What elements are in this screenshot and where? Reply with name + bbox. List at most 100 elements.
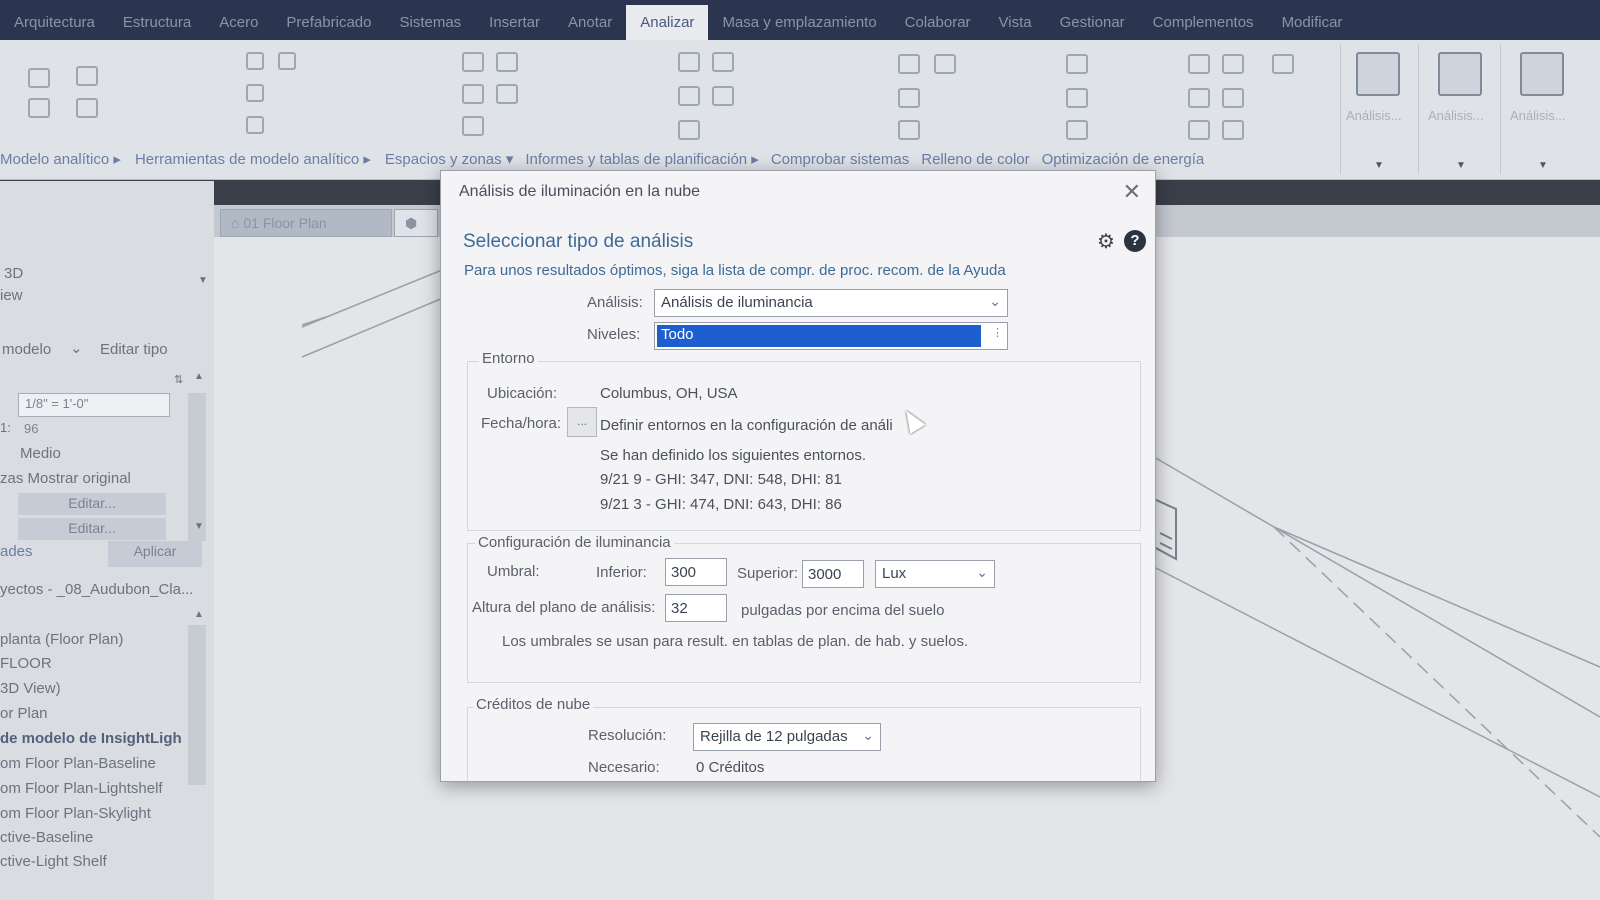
solar-analysis-icon[interactable] [1438, 52, 1482, 96]
tab-insertar[interactable]: Insertar [475, 14, 554, 40]
tab-colaborar[interactable]: Colaborar [891, 14, 985, 40]
energy-icon[interactable] [1222, 54, 1244, 74]
panel-modelo-analitico[interactable]: Modelo analítico ▸ [0, 150, 129, 168]
lower-threshold-input[interactable] [665, 558, 727, 586]
tool-icon[interactable] [246, 52, 264, 70]
lower-label: Inferior: [596, 564, 647, 581]
panel-optimizacion[interactable]: Optimización de energía [1042, 151, 1213, 168]
scale-number-field[interactable]: 96 [18, 419, 170, 441]
color-fill-icon[interactable] [1066, 54, 1088, 74]
tool-icon[interactable] [278, 52, 296, 70]
close-icon[interactable]: ✕ [1123, 179, 1141, 205]
edit-button[interactable]: Editar... [18, 518, 166, 540]
tab-prefabricado[interactable]: Prefabricado [272, 14, 385, 40]
upper-threshold-input[interactable] [802, 560, 864, 588]
tab-gestionar[interactable]: Gestionar [1046, 14, 1139, 40]
table-icon[interactable] [678, 86, 700, 106]
pipe-check-icon[interactable] [934, 54, 956, 74]
chevron-down-icon[interactable]: ⌄ [70, 339, 83, 357]
panel-comprobar-sistemas[interactable]: Comprobar sistemas [771, 151, 917, 168]
analysis-select[interactable]: Análisis de iluminancia ⌄ [654, 289, 1008, 317]
tab-arquitectura[interactable]: Arquitectura [0, 14, 109, 40]
separator-icon[interactable] [462, 116, 484, 136]
report-icon[interactable] [712, 52, 734, 72]
space-icon[interactable] [496, 52, 518, 72]
browser-item[interactable]: ctive-Light Shelf [0, 853, 107, 870]
type-selector[interactable]: modelo [2, 341, 51, 358]
browser-item[interactable]: 3D View) [0, 680, 61, 697]
analysis-plane-input[interactable] [665, 594, 727, 622]
globe-icon[interactable] [1188, 54, 1210, 74]
structure-icon[interactable] [76, 66, 98, 86]
edit-type-button[interactable]: Editar tipo [100, 341, 168, 358]
apply-button[interactable]: Aplicar [108, 541, 202, 567]
show-original-value[interactable]: zas Mostrar original [0, 470, 131, 487]
lighting-analysis-icon[interactable] [1356, 52, 1400, 96]
energy-analysis-icon[interactable] [1520, 52, 1564, 96]
browser-item[interactable]: om Floor Plan-Baseline [0, 755, 156, 772]
resolution-select[interactable]: Rejilla de 12 pulgadas ⌄ [693, 723, 881, 751]
gear-icon[interactable]: ⚙ [1097, 229, 1115, 254]
list-icon[interactable] [1066, 120, 1088, 140]
energy-icon[interactable] [1188, 120, 1210, 140]
browser-item[interactable]: FLOOR [0, 655, 52, 672]
tab-sistemas[interactable]: Sistemas [385, 14, 475, 40]
browser-item[interactable]: om Floor Plan-Lightshelf [0, 780, 163, 797]
help-hint-text: Para unos resultados óptimos, siga la li… [464, 262, 1006, 279]
panel-relleno-color[interactable]: Relleno de color [921, 151, 1037, 168]
tab-complementos[interactable]: Complementos [1139, 14, 1268, 40]
levels-select[interactable]: Todo ⋮ [654, 322, 1008, 350]
tab-estructura[interactable]: Estructura [109, 14, 205, 40]
levels-label: Niveles: [587, 326, 641, 343]
browser-item[interactable]: de modelo de InsightLigh [0, 730, 182, 747]
edit-button[interactable]: Editar... [18, 493, 166, 515]
view-tab-3d[interactable]: ⬢ [394, 209, 438, 237]
tag-icon[interactable] [496, 84, 518, 104]
properties-scrollbar[interactable] [188, 393, 206, 541]
view-tab-floor-plan[interactable]: ⌂ 01 Floor Plan [220, 209, 392, 237]
duct-check-icon[interactable] [898, 54, 920, 74]
tab-masa[interactable]: Masa y emplazamiento [708, 14, 890, 40]
report-icon[interactable] [712, 86, 734, 106]
browser-item[interactable]: om Floor Plan-Skylight [0, 805, 151, 822]
legend-icon[interactable] [1066, 88, 1088, 108]
zone-icon[interactable] [462, 84, 484, 104]
properties-help-link[interactable]: ades [0, 543, 33, 560]
scroll-up-icon[interactable]: ▲ [194, 609, 204, 620]
browser-item[interactable]: planta (Floor Plan) [0, 631, 123, 648]
sort-icon[interactable]: ⇅ [174, 373, 183, 386]
tab-anotar[interactable]: Anotar [554, 14, 626, 40]
unit-select[interactable]: Lux ⌄ [875, 560, 995, 588]
tab-analizar[interactable]: Analizar [626, 5, 709, 40]
browser-item[interactable]: or Plan [0, 705, 48, 722]
panel-informes[interactable]: Informes y tablas de planificación ▸ [525, 150, 766, 168]
schedule-icon[interactable] [678, 52, 700, 72]
scroll-down-icon[interactable]: ▼ [194, 521, 204, 532]
analytical-model-icon[interactable] [28, 68, 50, 88]
room-icon[interactable] [462, 52, 484, 72]
tab-modificar[interactable]: Modificar [1268, 14, 1357, 40]
scale-field[interactable]: 1/8" = 1'-0" [18, 393, 170, 417]
tool-icon[interactable] [246, 116, 264, 134]
chevron-down-icon[interactable]: ▼ [198, 275, 208, 286]
tool-icon[interactable] [246, 84, 264, 102]
tab-acero[interactable]: Acero [205, 14, 272, 40]
member-icon[interactable] [76, 98, 98, 118]
datetime-browse-button[interactable]: ... [567, 407, 597, 437]
circuit-check-icon[interactable] [898, 88, 920, 108]
help-icon[interactable]: ? [1124, 230, 1146, 252]
energy-icon[interactable] [1188, 88, 1210, 108]
panel-espacios-zonas[interactable]: Espacios y zonas ▾ [385, 150, 521, 168]
detail-level-value[interactable]: Medio [20, 445, 61, 462]
inspector-icon[interactable] [898, 120, 920, 140]
panel-herramientas[interactable]: Herramientas de modelo analítico ▸ [135, 150, 379, 168]
tab-vista[interactable]: Vista [985, 14, 1046, 40]
browser-scrollbar[interactable] [188, 625, 206, 785]
scroll-up-icon[interactable]: ▲ [194, 371, 204, 382]
energy-icon[interactable] [1222, 88, 1244, 108]
browser-item[interactable]: ctive-Baseline [0, 829, 93, 846]
energy-icon[interactable] [1222, 120, 1244, 140]
table-icon[interactable] [678, 120, 700, 140]
analytical-node-icon[interactable] [28, 98, 50, 118]
energy-icon[interactable] [1272, 54, 1294, 74]
